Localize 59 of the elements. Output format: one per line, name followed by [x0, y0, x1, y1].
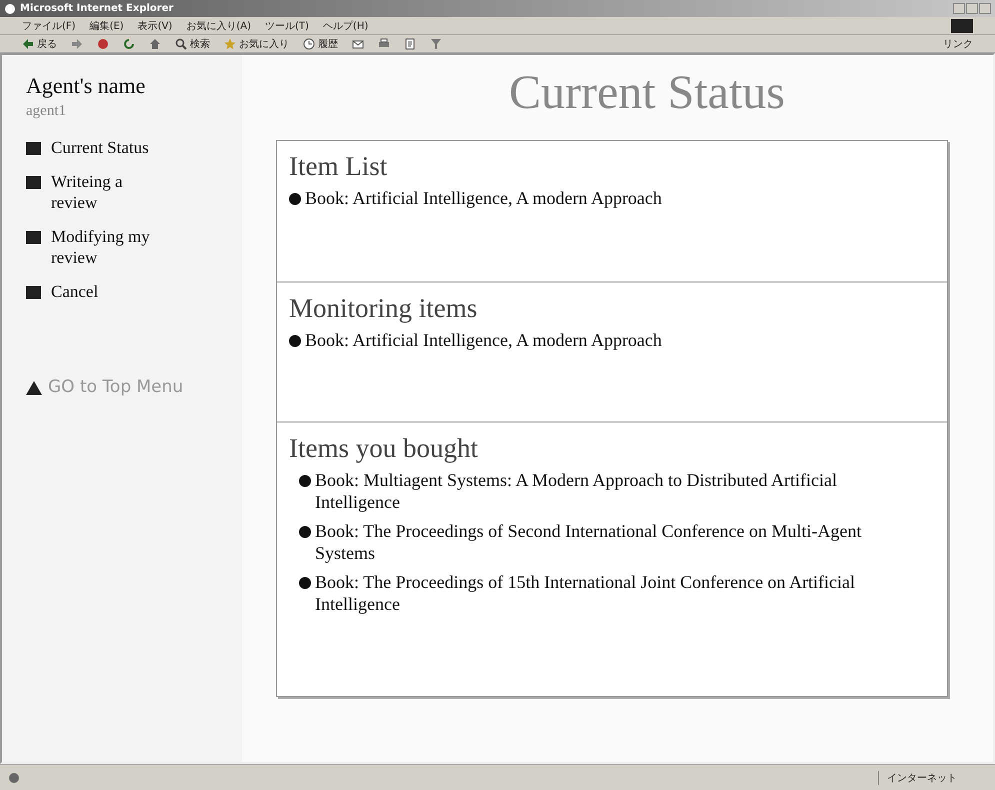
bullet-icon [289, 335, 301, 347]
triangle-icon [26, 381, 42, 396]
refresh-icon [123, 38, 135, 50]
toolbar-button[interactable]: 戻る [22, 36, 57, 50]
section-title: Monitoring items [289, 293, 478, 324]
stop-icon [97, 38, 109, 50]
close-button[interactable] [979, 3, 991, 14]
menu-item[interactable]: ヘルプ(H) [322, 18, 368, 32]
agent-name: agent1 [26, 103, 67, 120]
square-bullet-icon [26, 286, 41, 299]
forward-arrow-icon [71, 38, 83, 50]
square-bullet-icon [26, 142, 41, 155]
links-label[interactable]: リンク [943, 36, 973, 50]
menu-item[interactable]: お気に入り(A) [186, 18, 251, 32]
item-text: Book: Artificial Intelligence, A modern Approach [305, 188, 662, 210]
item-text: Book: The Proceedings of 15th International Joint Conference on Artificial Intelligence [315, 572, 856, 616]
menu-item[interactable]: 表示(V) [138, 18, 172, 32]
bullet-icon [299, 475, 311, 487]
section-title: Items you bought [289, 433, 479, 464]
star-icon [224, 38, 236, 50]
square-bullet-icon [26, 176, 41, 190]
bullet-icon [299, 577, 311, 590]
maximize-button[interactable] [966, 3, 978, 14]
toolbar-button[interactable] [378, 38, 390, 50]
toolbar-button[interactable]: 履歴 [303, 36, 338, 50]
toolbar-button[interactable] [149, 38, 161, 50]
nav-link[interactable]: Cancel [51, 282, 171, 302]
toolbar-button[interactable] [123, 38, 135, 50]
mail-icon [352, 38, 364, 50]
zone-label: インターネット [878, 770, 957, 784]
menu-item[interactable]: 編集(E) [90, 18, 124, 32]
menu-item[interactable]: ツール(T) [265, 18, 309, 32]
nav-link[interactable]: Current Status [51, 138, 171, 158]
printer-icon [378, 38, 390, 50]
menu-item[interactable]: ファイル(F) [22, 18, 76, 32]
bullet-icon [299, 526, 311, 538]
page-title: Current Status [508, 65, 786, 120]
clock-icon [303, 38, 315, 50]
toolbar-button[interactable]: 検索 [175, 36, 210, 50]
home-icon [149, 38, 161, 50]
section-title: Item List [289, 151, 388, 182]
item-text: Book: Artificial Intelligence, A modern Approach [305, 330, 662, 352]
toolbar-button[interactable] [352, 38, 364, 50]
window-title: Microsoft Internet Explorer [20, 3, 174, 14]
nav-link[interactable]: Writeing a review [51, 172, 171, 214]
minimize-button[interactable] [953, 3, 965, 14]
search-icon [175, 38, 187, 50]
nav-link[interactable]: Modifying my review [51, 227, 171, 268]
square-bullet-icon [26, 231, 41, 244]
document-icon [404, 38, 416, 50]
agent-label: Agent's name [26, 73, 146, 99]
toolbar-button[interactable] [404, 38, 416, 50]
funnel-icon [430, 38, 442, 50]
item-text: Book: The Proceedings of Second International Conference on Multi-Agent Systems [315, 521, 863, 564]
item-text: Book: Multiagent Systems: A Modern Approach to Distributed Artificial Intelligence [315, 470, 838, 514]
toolbar-button[interactable] [97, 38, 109, 50]
bullet-icon [289, 193, 301, 205]
back-arrow-icon [22, 38, 34, 50]
toolbar-button[interactable]: お気に入り [224, 36, 289, 50]
